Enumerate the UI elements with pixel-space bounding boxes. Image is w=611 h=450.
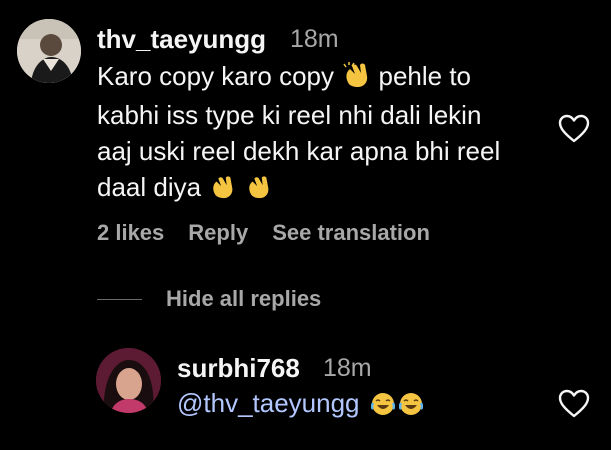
reply-body: @thv_taeyungg bbox=[177, 388, 423, 423]
see-translation-button[interactable]: See translation bbox=[272, 220, 430, 246]
comment-timestamp: 18m bbox=[290, 25, 339, 53]
mention-link[interactable]: @thv_taeyungg bbox=[177, 388, 360, 418]
user-avatar-icon bbox=[96, 348, 161, 413]
comment-line-2: kabhi iss type ki reel nhi dali lekin bbox=[97, 100, 482, 130]
clapping-hands-emoji bbox=[343, 61, 371, 97]
commenter-username[interactable]: thv_taeyungg bbox=[97, 24, 266, 55]
reply-button[interactable]: Reply bbox=[188, 220, 248, 246]
commenter-avatar[interactable] bbox=[17, 19, 81, 83]
replier-username[interactable]: surbhi768 bbox=[177, 353, 300, 384]
likes-count[interactable]: 2 likes bbox=[97, 220, 164, 246]
comment-body: Karo copy karo copy pehle to kabhi iss t… bbox=[97, 58, 547, 208]
heart-outline-icon[interactable] bbox=[558, 389, 590, 419]
hide-replies-button[interactable]: Hide all replies bbox=[166, 286, 321, 312]
comment-line-3: aaj uski reel dekh kar apna bhi reel bbox=[97, 136, 501, 166]
reply-actions-cutoff bbox=[177, 436, 257, 450]
clapping-hands-emoji bbox=[210, 172, 236, 208]
reply-timestamp: 18m bbox=[323, 354, 372, 382]
comment-actions: 2 likes Reply See translation bbox=[97, 220, 430, 246]
heart-outline-icon[interactable] bbox=[558, 114, 590, 144]
comment-line-1: Karo copy karo copy pehle to bbox=[97, 58, 547, 97]
replier-avatar[interactable] bbox=[96, 348, 161, 413]
replies-divider bbox=[97, 299, 142, 300]
tears-of-joy-emoji bbox=[370, 392, 395, 423]
user-avatar-icon bbox=[17, 19, 81, 83]
comment-line-4: daal diya bbox=[97, 169, 547, 208]
tears-of-joy-emoji bbox=[398, 392, 423, 423]
clapping-hands-emoji bbox=[246, 172, 272, 208]
